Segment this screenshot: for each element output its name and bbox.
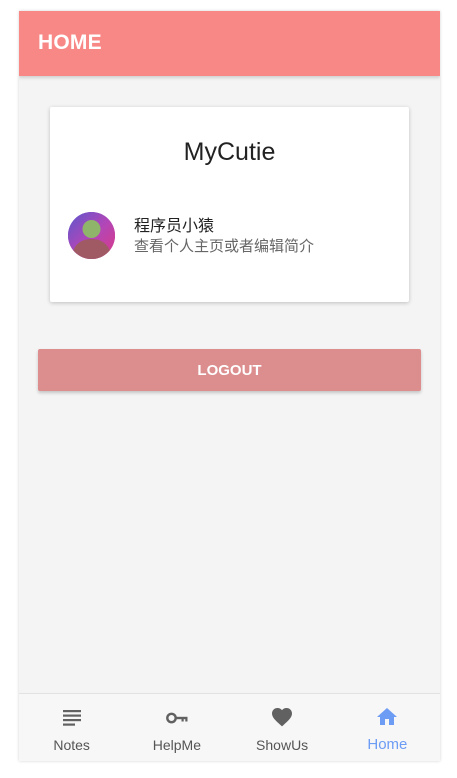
nav-label-notes: Notes	[53, 737, 90, 753]
profile-name: 程序员小猿	[134, 216, 215, 235]
user-avatar-icon	[68, 212, 115, 259]
heart-icon	[270, 705, 294, 729]
profile-card: MyCutie 程序员小猿 查看个人主页或者编辑简介	[50, 107, 409, 302]
nav-label-showus: ShowUs	[256, 737, 309, 753]
app-screen: HOME MyCutie 程序员小猿 查看个人主页或者编辑简介 LOGOUT N…	[19, 11, 440, 761]
notes-icon	[60, 705, 84, 729]
logout-button[interactable]: LOGOUT	[38, 349, 421, 391]
nav-item-helpme[interactable]: HelpMe	[124, 694, 229, 761]
home-icon	[375, 705, 399, 729]
nav-label-helpme: HelpMe	[152, 737, 201, 753]
app-bar-title: HOME	[38, 31, 102, 54]
profile-subtitle: 查看个人主页或者编辑简介	[134, 237, 315, 255]
nav-item-home[interactable]: Home	[335, 694, 440, 761]
bottom-navigation: Notes HelpMe ShowUs Home	[19, 693, 440, 761]
app-bar: HOME	[19, 11, 440, 76]
nav-item-notes[interactable]: Notes	[19, 694, 124, 761]
nav-item-showus[interactable]: ShowUs	[230, 694, 335, 761]
profile-link[interactable]: 程序员小猿 查看个人主页或者编辑简介	[68, 212, 398, 262]
nav-label-home: Home	[367, 736, 408, 753]
card-title: MyCutie	[183, 138, 276, 166]
key-icon	[165, 705, 189, 729]
